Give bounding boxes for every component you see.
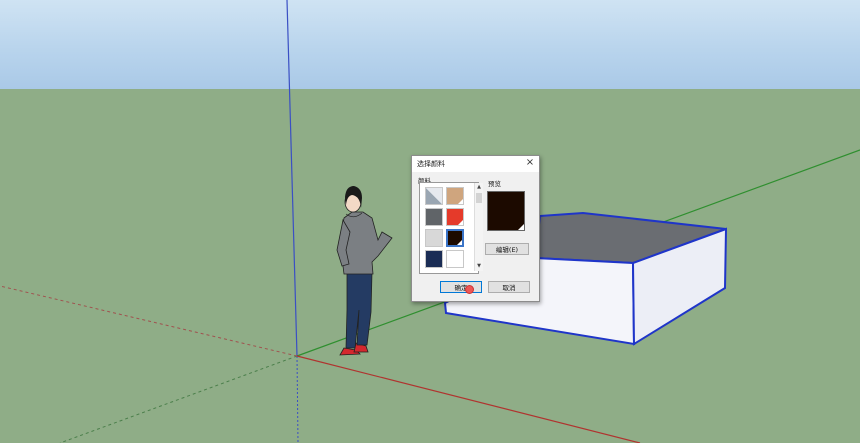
swatch-default-material[interactable] <box>425 187 443 205</box>
color-preview <box>487 191 525 231</box>
preview-label: 预览 <box>488 180 501 188</box>
scroll-up-icon[interactable]: ▲ <box>475 184 483 190</box>
red-axis <box>296 355 641 443</box>
default-material-icon <box>426 188 442 204</box>
choose-paint-dialog: 选择颜料 × 颜料 预览 ▲ ▼ 编辑(E) 确定 取消 <box>411 155 540 302</box>
close-icon[interactable]: × <box>524 157 536 169</box>
person-figure <box>336 186 393 356</box>
swatch-gray[interactable] <box>425 208 443 226</box>
swatch-white[interactable] <box>446 250 464 268</box>
swatch-tan[interactable] <box>446 187 464 205</box>
swatch-dark-brown-selected[interactable] <box>446 229 464 247</box>
edit-button[interactable]: 编辑(E) <box>485 243 529 255</box>
click-indicator-icon <box>465 285 474 294</box>
sketchup-viewport[interactable]: 选择颜料 × 颜料 预览 ▲ ▼ 编辑(E) 确定 取消 <box>0 0 860 443</box>
scrollbar-thumb[interactable] <box>476 193 482 203</box>
swatch-light-gray[interactable] <box>425 229 443 247</box>
dialog-title: 选择颜料 <box>417 160 445 168</box>
palette-scrollbar[interactable]: ▲ ▼ <box>474 183 483 271</box>
swatch-navy[interactable] <box>425 250 443 268</box>
swatch-red[interactable] <box>446 208 464 226</box>
cancel-button[interactable]: 取消 <box>488 281 530 293</box>
dialog-titlebar[interactable]: 选择颜料 × <box>412 156 539 172</box>
red-axis-dotted <box>0 285 298 357</box>
blue-axis-dotted <box>296 355 299 443</box>
green-axis-dotted <box>59 355 298 443</box>
blue-axis <box>286 0 298 357</box>
color-palette: ▲ ▼ <box>419 182 483 274</box>
ok-button[interactable]: 确定 <box>440 281 482 293</box>
scroll-down-icon[interactable]: ▼ <box>475 263 483 269</box>
